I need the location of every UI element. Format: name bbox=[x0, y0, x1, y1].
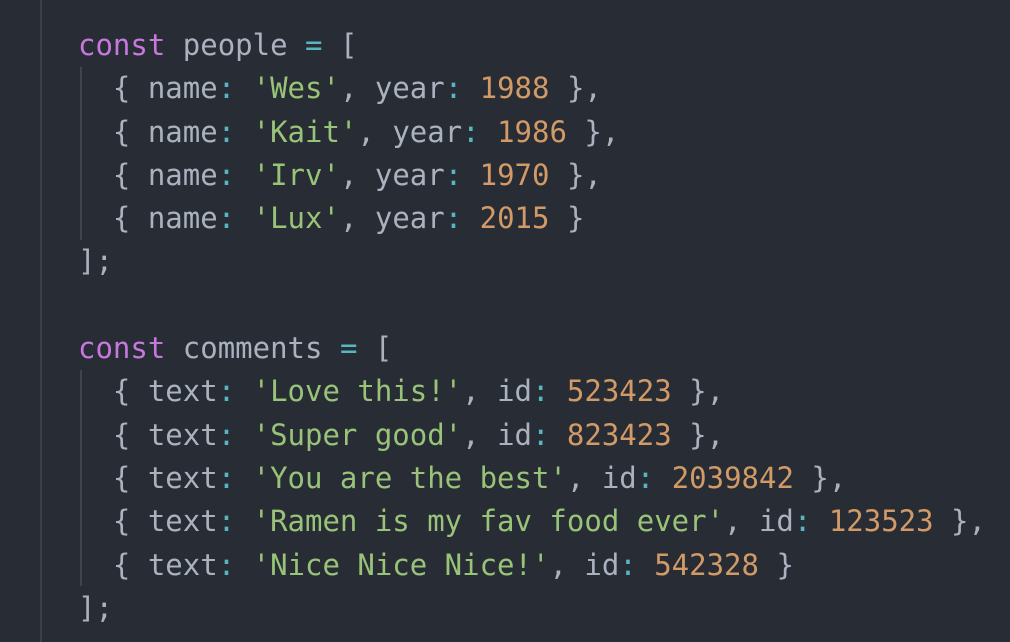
code-line-object: { name: 'Wes', year: 1988 }, bbox=[78, 71, 602, 106]
colon-token: : bbox=[636, 460, 655, 495]
property-key-token: year bbox=[392, 114, 463, 149]
code-line-declaration: const people = [ bbox=[78, 24, 986, 67]
colon-token: : bbox=[217, 157, 236, 192]
property-key-token: year bbox=[374, 157, 445, 192]
code-line-close: ]; bbox=[78, 587, 986, 630]
colon-token: : bbox=[444, 71, 463, 106]
property-key-token: name bbox=[147, 114, 218, 149]
keyword-token: const bbox=[78, 28, 166, 62]
property-key-token: id bbox=[497, 417, 532, 452]
property-key-token: year bbox=[374, 201, 445, 236]
property-key-token: id bbox=[497, 374, 532, 409]
code-line-close: ]; bbox=[78, 240, 986, 283]
string-token: 'Kait' bbox=[252, 114, 358, 149]
property-key-token: year bbox=[374, 71, 445, 106]
colon-token: : bbox=[619, 547, 637, 582]
code-content[interactable]: const people = [ { name: 'Wes', year: 19… bbox=[78, 24, 986, 630]
code-line-object: { text: 'You are the best', id: 2039842 … bbox=[78, 460, 847, 495]
object-end-token: }, bbox=[549, 157, 602, 192]
number-token: 123523 bbox=[828, 504, 934, 539]
code-line-object: { name: 'Irv', year: 1970 }, bbox=[78, 157, 602, 192]
colon-token: : bbox=[217, 201, 236, 236]
object-end-token: } bbox=[549, 201, 585, 236]
colon-token: : bbox=[217, 114, 236, 149]
string-token: 'Nice Nice Nice!' bbox=[252, 547, 550, 582]
colon-token: : bbox=[217, 71, 236, 106]
object-end-token: }, bbox=[549, 71, 602, 106]
string-token: 'Irv' bbox=[252, 157, 340, 192]
colon-token: : bbox=[217, 547, 236, 582]
code-line-declaration: const comments = [ bbox=[78, 327, 986, 370]
keyword-token: const bbox=[78, 331, 166, 366]
code-line-object: { name: 'Lux', year: 2015 } bbox=[78, 201, 585, 236]
array-close-token: ]; bbox=[78, 590, 113, 625]
object-end-token: }, bbox=[671, 417, 725, 452]
colon-token: : bbox=[793, 504, 812, 539]
number-token: 542328 bbox=[654, 547, 759, 582]
object-end-token: }, bbox=[933, 504, 986, 539]
colon-token: : bbox=[217, 504, 236, 539]
colon-token: : bbox=[217, 460, 236, 495]
property-key-token: name bbox=[147, 201, 218, 236]
string-token: 'Wes' bbox=[252, 71, 340, 106]
property-key-token: text bbox=[147, 460, 218, 495]
colon-token: : bbox=[531, 417, 550, 452]
property-key-token: name bbox=[147, 157, 218, 192]
property-key-token: text bbox=[147, 374, 218, 409]
property-key-token: text bbox=[147, 504, 218, 539]
bracket-token: [ bbox=[339, 28, 358, 62]
property-key-token: id bbox=[758, 504, 794, 539]
property-key-token: text bbox=[147, 417, 218, 452]
operator-token: = bbox=[305, 28, 323, 62]
number-token: 523423 bbox=[566, 374, 672, 409]
property-key-token: id bbox=[584, 547, 620, 582]
gutter-divider bbox=[40, 0, 42, 642]
string-token: 'Love this!' bbox=[252, 374, 463, 409]
colon-token: : bbox=[444, 201, 463, 236]
code-line-object: { text: 'Super good', id: 823423 }, bbox=[78, 417, 725, 452]
string-token: 'Ramen is my fav food ever' bbox=[252, 504, 725, 539]
colon-token: : bbox=[217, 374, 236, 409]
object-end-token: }, bbox=[671, 374, 725, 409]
object-end-token: }, bbox=[793, 460, 847, 495]
property-key-token: text bbox=[147, 547, 218, 582]
number-token: 1970 bbox=[479, 157, 550, 192]
property-key-token: id bbox=[601, 460, 637, 495]
string-token: 'Super good' bbox=[252, 417, 463, 452]
colon-token: : bbox=[462, 114, 480, 149]
number-token: 2015 bbox=[479, 201, 550, 236]
colon-token: : bbox=[217, 417, 236, 452]
property-key-token: name bbox=[147, 71, 218, 106]
variable-name-token: comments bbox=[182, 331, 323, 366]
code-line-object: { text: 'Nice Nice Nice!', id: 542328 } bbox=[78, 547, 794, 582]
colon-token: : bbox=[444, 157, 463, 192]
string-token: 'Lux' bbox=[252, 201, 340, 236]
number-token: 1988 bbox=[479, 71, 550, 106]
code-editor[interactable]: const people = [ { name: 'Wes', year: 19… bbox=[0, 0, 1010, 642]
operator-token: = bbox=[339, 331, 358, 366]
colon-token: : bbox=[531, 374, 550, 409]
number-token: 2039842 bbox=[671, 460, 794, 495]
bracket-token: [ bbox=[374, 331, 393, 366]
variable-name-token: people bbox=[182, 28, 288, 62]
string-token: 'You are the best' bbox=[252, 460, 567, 495]
object-end-token: } bbox=[758, 547, 794, 582]
code-line-object: { text: 'Love this!', id: 523423 }, bbox=[78, 374, 725, 409]
code-line-object: { name: 'Kait', year: 1986 }, bbox=[78, 114, 620, 149]
object-end-token: }, bbox=[566, 114, 620, 149]
code-line-object: { text: 'Ramen is my fav food ever', id:… bbox=[78, 504, 986, 539]
number-token: 823423 bbox=[566, 417, 672, 452]
array-close-token: ]; bbox=[78, 244, 113, 279]
number-token: 1986 bbox=[497, 114, 567, 149]
